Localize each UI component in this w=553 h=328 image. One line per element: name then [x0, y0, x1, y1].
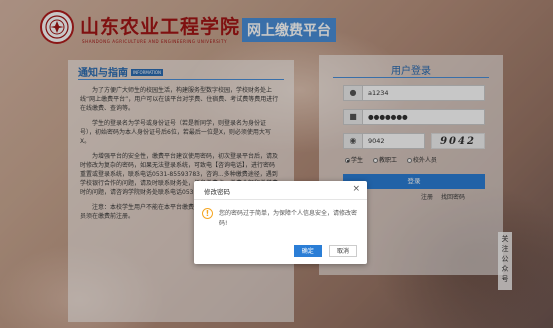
dialog-message: 您的密码过于简单，为保障个人信息安全，请修改密码!: [219, 210, 358, 227]
change-password-dialog: 修改密码 × ! 您的密码过于简单，为保障个人信息安全，请修改密码! 确定 取消: [194, 181, 367, 264]
cancel-button[interactable]: 取消: [328, 245, 357, 257]
close-icon[interactable]: ×: [352, 184, 360, 194]
warning-icon: !: [202, 208, 213, 219]
dialog-actions: 确定 取消: [289, 245, 357, 257]
dialog-divider: [194, 199, 367, 200]
dialog-title: 修改密码: [204, 188, 230, 196]
confirm-button[interactable]: 确定: [293, 245, 322, 257]
modal-overlay: [0, 0, 553, 328]
